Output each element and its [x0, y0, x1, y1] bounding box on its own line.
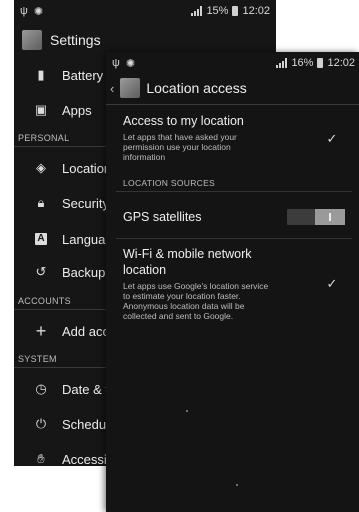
- row-divider: [116, 238, 352, 239]
- wifi-summary-line: Anonymous location data will be: [123, 301, 245, 311]
- location-title: Location access: [146, 80, 247, 96]
- action-bar-divider: [106, 104, 359, 105]
- battery-percent: 15%: [206, 5, 229, 17]
- screen-speck: [186, 410, 188, 412]
- backup-icon: ↺: [35, 264, 47, 279]
- settings-item-label: Location: [62, 160, 112, 176]
- clock-icon: ◷: [35, 381, 47, 396]
- section-divider: [116, 191, 352, 192]
- settings-title: Settings: [50, 32, 101, 48]
- gps-toggle-switch[interactable]: [287, 209, 345, 225]
- status-bar: ψ ✺ 15% 12:02: [14, 0, 276, 22]
- android-debug-icon: ✺: [33, 5, 44, 18]
- apps-icon: ▣: [34, 102, 48, 117]
- battery-percent: 16%: [291, 57, 314, 69]
- settings-item-label: Security: [62, 195, 109, 211]
- signal-icon: [191, 6, 203, 16]
- access-location-checkbox[interactable]: ✓: [325, 132, 339, 146]
- language-icon: A: [35, 233, 47, 245]
- access-summary-line: permission use your location: [123, 142, 231, 152]
- access-summary-line: information: [123, 152, 166, 162]
- usb-icon: ψ: [112, 57, 120, 69]
- location-access-screen: ψ ✺ 16% 12:02 ‹ Location access Access t…: [106, 52, 359, 512]
- wifi-summary-line: Let apps use Google's location service: [123, 281, 269, 291]
- settings-action-bar: Settings: [22, 30, 101, 50]
- gps-satellites-title: GPS satellites: [123, 210, 202, 224]
- clock-time: 12:02: [242, 5, 270, 17]
- location-action-bar[interactable]: ‹ Location access: [110, 78, 247, 98]
- screen-speck: [236, 484, 238, 486]
- lock-icon: 🔒︎: [37, 195, 45, 210]
- settings-item-label: Date & ti: [62, 381, 112, 397]
- battery-icon: [232, 6, 239, 16]
- hand-icon: ✋︎: [37, 451, 45, 466]
- settings-app-icon: [22, 30, 42, 50]
- access-my-location-title: Access to my location: [123, 114, 244, 128]
- wifi-location-title: Wi-Fi & mobile network: [123, 247, 252, 261]
- wifi-summary-line: collected and sent to Google.: [123, 311, 234, 321]
- location-sources-header: LOCATION SOURCES: [123, 178, 216, 188]
- wifi-summary-line: to estimate your location faster.: [123, 291, 241, 301]
- settings-item-label: Battery: [62, 67, 104, 83]
- android-debug-icon: ✺: [125, 57, 136, 70]
- signal-icon: [276, 58, 288, 68]
- back-chevron-icon[interactable]: ‹: [110, 81, 114, 96]
- wifi-location-checkbox[interactable]: ✓: [325, 277, 339, 291]
- plus-icon: +: [35, 320, 47, 341]
- battery-icon: ▮: [37, 67, 45, 82]
- usb-icon: ψ: [20, 5, 28, 17]
- access-summary-line: Let apps that have asked your: [123, 132, 237, 142]
- settings-item-label: Apps: [62, 102, 92, 118]
- power-icon: ⏻: [35, 416, 47, 431]
- battery-icon: [317, 58, 324, 68]
- settings-app-icon: [120, 78, 141, 98]
- status-bar: ψ ✺ 16% 12:02: [106, 52, 359, 74]
- wifi-location-title: location: [123, 263, 167, 277]
- toggle-knob: [315, 209, 345, 225]
- clock-time: 12:02: [327, 57, 355, 69]
- location-icon: ◈: [36, 160, 46, 175]
